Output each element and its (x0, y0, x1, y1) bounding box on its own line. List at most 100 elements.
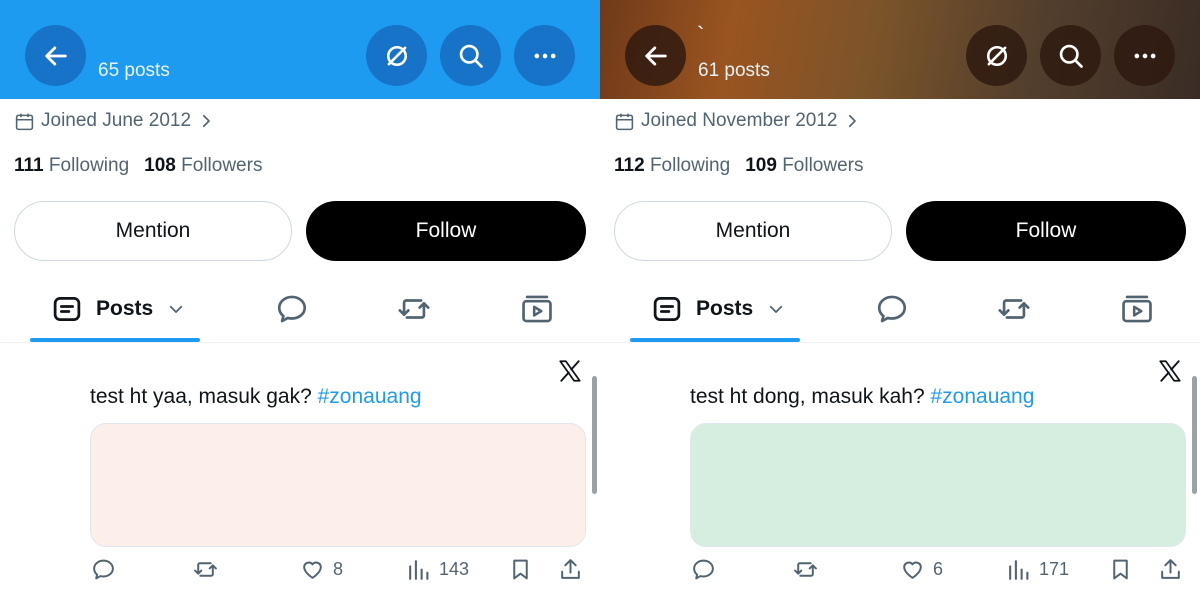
tab-posts-label: Posts (696, 297, 754, 320)
tweet-actions: 6 171 (600, 557, 1200, 589)
tab-media-icon[interactable] (520, 292, 554, 326)
tweet-text: test ht yaa, masuk gak? #zonauang (90, 385, 422, 409)
bookmark-icon (513, 559, 528, 580)
tweet-actions: 8 143 (0, 557, 600, 589)
more-icon (1134, 53, 1155, 58)
follow-stats: 111 Following 108 Followers (14, 155, 262, 177)
grok-icon (386, 45, 407, 66)
chevron-down-icon (170, 305, 183, 313)
heart-icon (303, 561, 322, 579)
share-button[interactable] (1158, 557, 1183, 582)
tab-posts[interactable]: Posts (652, 294, 785, 324)
joined-label: Joined June 2012 (41, 110, 192, 131)
views-icon (1009, 560, 1029, 580)
tab-posts[interactable]: Posts (52, 294, 185, 324)
heart-icon (903, 561, 922, 579)
followers-label: Followers (782, 155, 864, 176)
posts-icon (653, 297, 681, 321)
more-button[interactable] (1114, 25, 1175, 86)
back-button[interactable] (25, 25, 86, 86)
profile-panel-right: ` 61 posts Joined November 2012 112 Foll… (600, 0, 1200, 600)
back-button[interactable] (625, 25, 686, 86)
calendar-icon (615, 113, 634, 130)
repost-icon (794, 562, 817, 577)
x-logo-icon (559, 360, 581, 382)
profile-tabs: Posts (600, 280, 1200, 343)
grok-button[interactable] (966, 25, 1027, 86)
profile-header: 65 posts (0, 0, 600, 99)
mention-button[interactable]: Mention (14, 201, 292, 261)
hashtag-link[interactable]: #zonauang (318, 385, 422, 408)
arrow-left-icon (644, 45, 667, 66)
reply-icon (93, 559, 114, 580)
mention-button[interactable]: Mention (614, 201, 892, 261)
views-button[interactable]: 171 (1006, 557, 1069, 582)
tab-reposts-icon[interactable] (997, 292, 1031, 326)
reply-button[interactable] (691, 557, 716, 582)
post-count: 61 posts (698, 60, 770, 81)
follow-button[interactable]: Follow (906, 201, 1186, 261)
tweet-body: test ht dong, masuk kah? (690, 385, 931, 408)
view-count: 171 (1039, 559, 1070, 579)
more-button[interactable] (514, 25, 575, 86)
followers-count: 109 (745, 155, 777, 176)
more-icon (534, 53, 555, 58)
tab-media-icon[interactable] (1120, 292, 1154, 326)
tab-replies-icon[interactable] (875, 292, 909, 326)
follow-stats: 112 Following 109 Followers (614, 155, 864, 177)
like-button[interactable]: 8 (300, 557, 343, 582)
followers-label: Followers (181, 155, 263, 176)
chevron-right-icon (202, 114, 210, 128)
search-button[interactable] (440, 25, 501, 86)
like-button[interactable]: 6 (900, 557, 943, 582)
calendar-icon (15, 113, 34, 130)
views-icon (409, 560, 429, 580)
followers-link[interactable]: 109 Followers (745, 155, 863, 177)
joined-label: Joined November 2012 (641, 110, 838, 131)
active-tab-indicator (30, 338, 200, 342)
following-label: Following (48, 155, 130, 176)
joined-date[interactable]: Joined November 2012 (614, 110, 861, 132)
followers-link[interactable]: 108 Followers (144, 155, 262, 177)
grok-button[interactable] (366, 25, 427, 86)
profile-header: ` 61 posts (600, 0, 1200, 99)
bookmark-button[interactable] (1108, 557, 1133, 582)
following-count: 111 (14, 155, 44, 176)
search-icon (1059, 44, 1083, 68)
share-icon (561, 559, 580, 579)
followers-count: 108 (144, 155, 176, 176)
scrollbar[interactable] (1192, 376, 1197, 494)
like-count: 8 (333, 559, 344, 579)
like-count: 6 (933, 559, 944, 579)
profile-panel-left: 65 posts Joined June 2012 111 Following … (0, 0, 600, 600)
joined-date[interactable]: Joined June 2012 (14, 110, 215, 132)
bookmark-button[interactable] (508, 557, 533, 582)
post-count: 65 posts (98, 60, 170, 81)
share-icon (1161, 559, 1180, 579)
following-count: 112 (614, 155, 645, 176)
scrollbar[interactable] (592, 376, 597, 494)
grok-icon (986, 45, 1007, 66)
following-link[interactable]: 111 Following (14, 155, 129, 177)
repost-button[interactable] (793, 557, 818, 582)
profile-name: ` (697, 22, 705, 47)
hashtag-link[interactable]: #zonauang (930, 385, 1034, 408)
follow-button[interactable]: Follow (306, 201, 586, 261)
tweet-text: test ht dong, masuk kah? #zonauang (690, 385, 1034, 409)
following-link[interactable]: 112 Following (614, 155, 730, 177)
search-button[interactable] (1040, 25, 1101, 86)
chevron-right-icon (849, 114, 857, 128)
tweet-media[interactable] (90, 423, 586, 547)
tweet-media[interactable] (690, 423, 1186, 547)
search-icon (459, 44, 483, 68)
tab-reposts-icon[interactable] (397, 292, 431, 326)
share-button[interactable] (558, 557, 583, 582)
tab-posts-label: Posts (96, 297, 154, 320)
repost-button[interactable] (193, 557, 218, 582)
views-button[interactable]: 143 (406, 557, 469, 582)
repost-icon (194, 562, 217, 577)
tab-replies-icon[interactable] (275, 292, 309, 326)
chevron-down-icon (770, 305, 783, 313)
arrow-left-icon (44, 45, 67, 66)
reply-button[interactable] (91, 557, 116, 582)
